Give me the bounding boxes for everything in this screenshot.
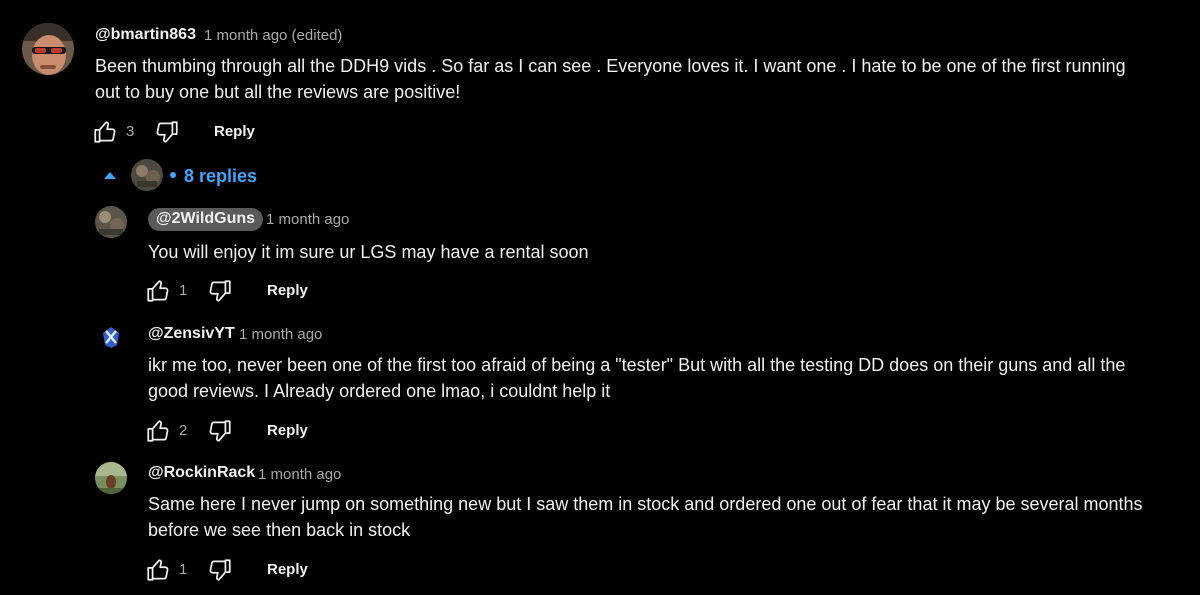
dislike-button[interactable] — [207, 557, 233, 583]
thumbs-up-icon — [147, 280, 169, 302]
user-photo-icon — [22, 23, 74, 75]
dislike-button[interactable] — [207, 278, 233, 304]
user-photo-icon — [95, 206, 127, 238]
replies-count-label[interactable]: 8 replies — [184, 166, 257, 187]
like-button[interactable] — [145, 557, 171, 583]
dislike-button[interactable] — [154, 119, 180, 145]
reply-text: ikr me too, never been one of the first … — [148, 355, 1126, 401]
thumbs-up-icon — [147, 420, 169, 442]
like-button[interactable] — [145, 278, 171, 304]
reply-actions: 1 Reply — [145, 557, 345, 583]
reply-button[interactable]: Reply — [267, 422, 308, 439]
comment-text: Been thumbing through all the DDH9 vids … — [95, 56, 1126, 102]
thumbs-down-icon — [156, 121, 178, 143]
thumbs-up-icon — [147, 559, 169, 581]
reply-timestamp[interactable]: 1 month ago — [239, 326, 322, 343]
like-button[interactable] — [145, 418, 171, 444]
comment-actions: 3 Reply — [92, 119, 292, 145]
user-photo-icon — [95, 462, 127, 494]
reply-author[interactable]: @ZensivYT — [148, 325, 235, 343]
reply-text: You will enjoy it im sure ur LGS may hav… — [148, 242, 589, 262]
comment-thread: @bmartin863 1 month ago (edited) Been th… — [0, 0, 1200, 595]
reply-author[interactable]: @2WildGuns — [148, 208, 264, 231]
thumbs-up-icon — [94, 121, 116, 143]
like-count: 2 — [179, 422, 188, 439]
reply-button[interactable]: Reply — [267, 282, 308, 299]
reply-text: Same here I never jump on something new … — [148, 494, 1143, 540]
avatar[interactable] — [95, 321, 127, 353]
thumbs-down-icon — [209, 280, 231, 302]
like-count: 3 — [126, 123, 135, 140]
user-photo-icon — [131, 159, 163, 191]
chevron-up-icon — [104, 172, 116, 179]
reply-actions: 2 Reply — [145, 418, 345, 444]
like-count: 1 — [179, 282, 188, 299]
user-logo-icon — [95, 321, 127, 353]
dislike-button[interactable] — [207, 418, 233, 444]
thumbs-down-icon — [209, 559, 231, 581]
like-button[interactable] — [92, 119, 118, 145]
bullet — [170, 172, 176, 178]
comment-author[interactable]: @bmartin863 — [95, 26, 196, 44]
thumbs-down-icon — [209, 420, 231, 442]
reply-actions: 1 Reply — [145, 278, 345, 304]
avatar[interactable] — [95, 462, 127, 494]
reply-button[interactable]: Reply — [267, 561, 308, 578]
reply-author[interactable]: @RockinRack — [148, 464, 255, 482]
avatar[interactable] — [95, 206, 127, 238]
like-count: 1 — [179, 561, 188, 578]
replies-toggle[interactable]: 8 replies — [100, 158, 270, 194]
avatar — [131, 159, 163, 191]
avatar[interactable] — [22, 23, 74, 75]
reply-button[interactable]: Reply — [214, 123, 255, 140]
reply-timestamp[interactable]: 1 month ago — [266, 211, 349, 228]
reply-timestamp[interactable]: 1 month ago — [258, 466, 341, 483]
comment-timestamp[interactable]: 1 month ago (edited) — [204, 27, 342, 44]
